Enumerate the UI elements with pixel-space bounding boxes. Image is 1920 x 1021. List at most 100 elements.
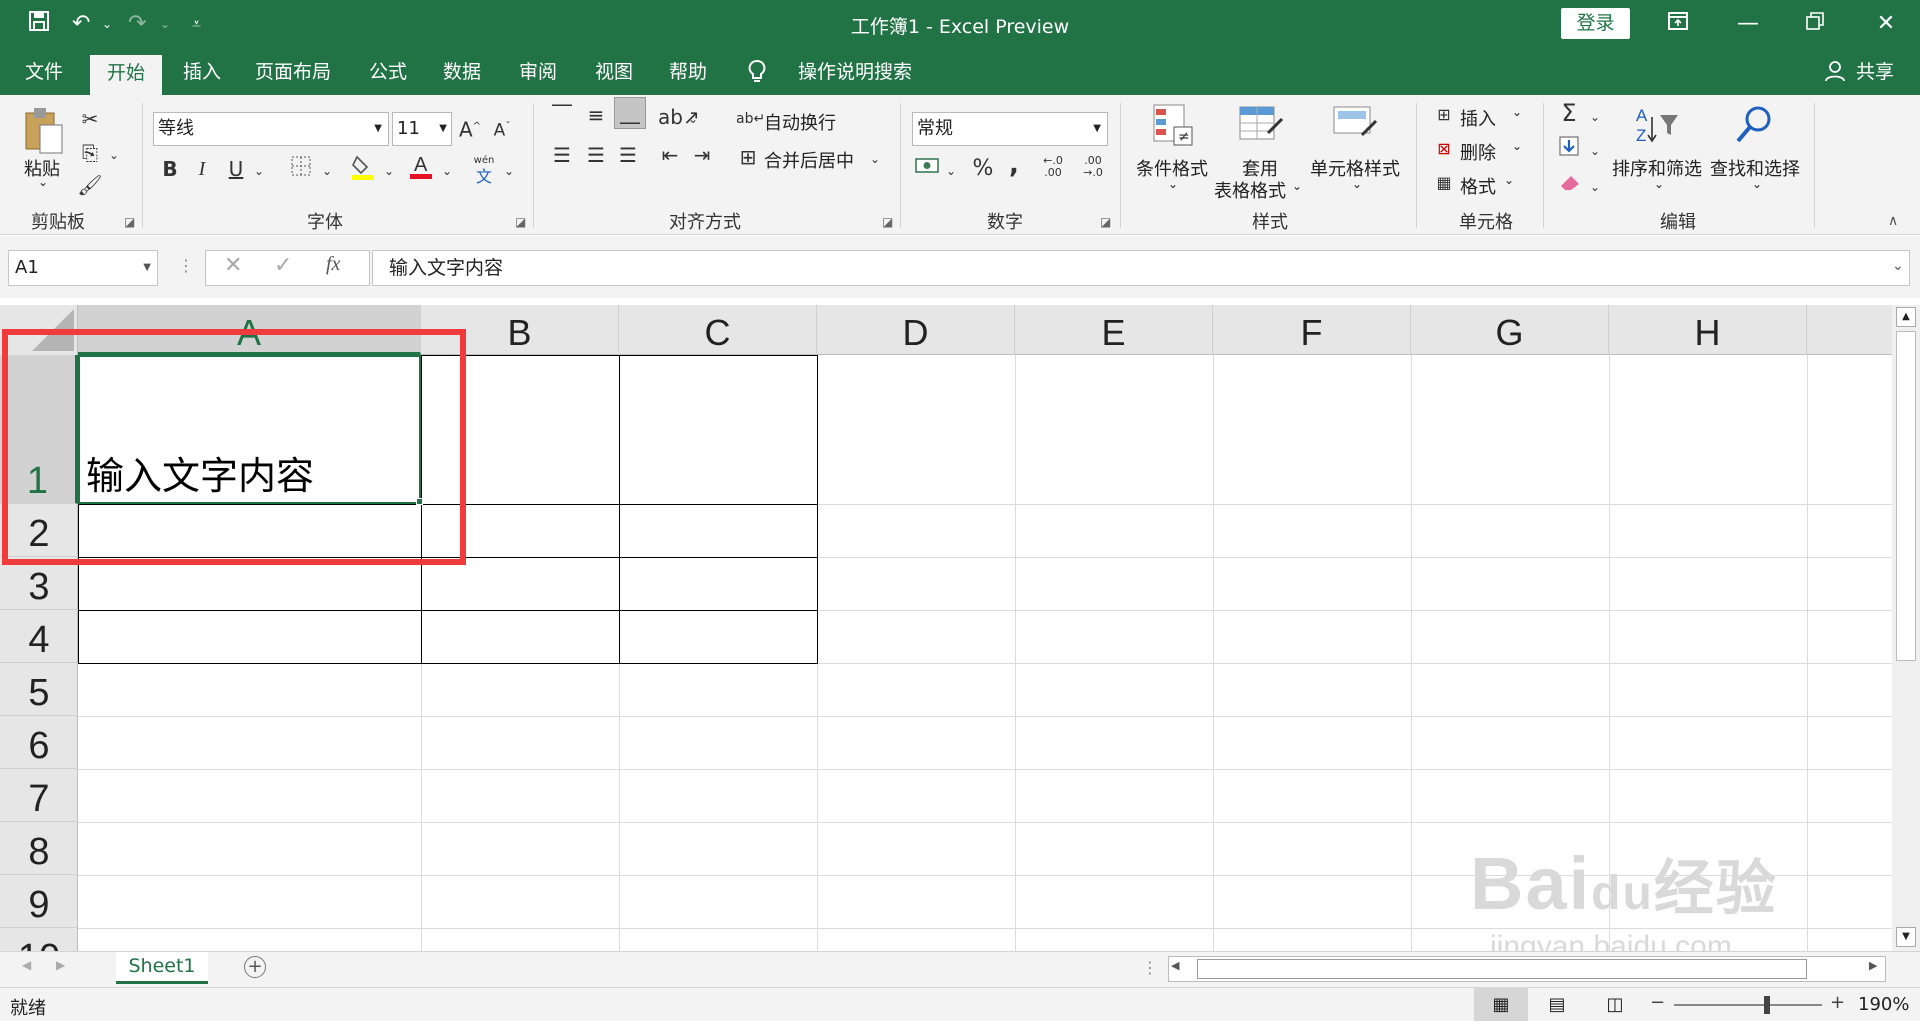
decrease-font-icon[interactable]: Aˇ [490, 113, 514, 145]
next-sheet-icon[interactable]: ▶ [56, 958, 65, 972]
format-painter-icon[interactable]: 🖌 [76, 171, 104, 199]
format-dropdown-icon[interactable]: ⌄ [1504, 173, 1514, 187]
wrap-text-icon[interactable]: ab↵ [736, 105, 765, 133]
cell-styles-icon[interactable] [1332, 103, 1378, 147]
minimize-icon[interactable]: — [1728, 8, 1768, 39]
tab-file[interactable]: 文件 [18, 49, 70, 95]
insert-cells-icon[interactable]: ⊞ [1432, 101, 1456, 129]
format-cells-icon[interactable]: ▦ [1432, 169, 1456, 197]
merge-center-icon[interactable]: ⊞ [736, 143, 760, 171]
bottom-align-icon[interactable]: ⎽ [614, 97, 646, 129]
fill-icon[interactable] [1556, 135, 1582, 164]
orientation-dropdown-icon[interactable]: ⌄ [686, 105, 700, 133]
fill-color-icon[interactable] [350, 153, 376, 188]
delete-dropdown-icon[interactable]: ⌄ [1512, 139, 1522, 153]
scroll-down-icon[interactable]: ▼ [1896, 927, 1916, 947]
font-launcher-icon[interactable]: ◪ [515, 215, 526, 229]
split-handle-icon[interactable]: ⋮ [1142, 958, 1158, 977]
tell-me-search[interactable]: 操作说明搜索 [780, 49, 930, 95]
vertical-scrollbar[interactable]: ▲ ▼ [1892, 305, 1920, 951]
autosum-dropdown-icon[interactable]: ⌄ [1588, 103, 1602, 131]
column-header-g[interactable]: G [1411, 305, 1609, 355]
cell-styles-dropdown-icon[interactable]: ⌄ [1352, 177, 1362, 191]
tab-home[interactable]: 开始 [90, 55, 162, 95]
format-cells-button[interactable]: 格式 [1460, 173, 1496, 199]
scroll-thumb[interactable] [1896, 331, 1916, 661]
scroll-up-icon[interactable]: ▲ [1896, 307, 1916, 327]
column-header-f[interactable]: F [1213, 305, 1411, 355]
font-size-select[interactable]: 11 ▼ [392, 112, 452, 146]
horizontal-scrollbar[interactable]: ◀ ▶ [1168, 956, 1886, 982]
percent-button[interactable]: % [970, 155, 996, 183]
wrap-text-button[interactable]: 自动换行 [764, 109, 836, 135]
currency-icon[interactable] [914, 155, 940, 183]
insert-cells-button[interactable]: 插入 [1460, 105, 1496, 131]
borders-icon[interactable] [288, 155, 314, 184]
currency-dropdown-icon[interactable]: ⌄ [944, 157, 958, 185]
delete-cells-button[interactable]: 删除 [1460, 139, 1496, 165]
column-header-d[interactable]: D [817, 305, 1015, 355]
column-header-e[interactable]: E [1015, 305, 1213, 355]
sort-filter-icon[interactable]: AZ [1636, 103, 1680, 147]
zoom-in-icon[interactable]: + [1830, 992, 1845, 1013]
page-layout-view-icon[interactable]: ▤ [1542, 988, 1572, 1021]
clear-icon[interactable] [1556, 171, 1582, 199]
clipboard-launcher-icon[interactable]: ◪ [124, 215, 135, 229]
number-launcher-icon[interactable]: ◪ [1100, 215, 1111, 229]
align-right-icon[interactable]: ☰ [614, 141, 642, 169]
sort-filter-dropdown-icon[interactable]: ⌄ [1654, 177, 1664, 191]
conditional-dropdown-icon[interactable]: ⌄ [1168, 177, 1178, 191]
bold-button[interactable]: B [158, 155, 182, 183]
number-format-select[interactable]: 常规 ▼ [912, 112, 1108, 146]
row-header-5[interactable]: 5 [0, 663, 78, 716]
increase-decimal-icon[interactable]: ←.0.00 [1038, 155, 1068, 179]
borders-dropdown-icon[interactable]: ⌄ [320, 157, 334, 185]
enter-icon[interactable]: ✓ [274, 253, 292, 278]
comma-button[interactable]: , [1004, 151, 1024, 179]
h-scroll-thumb[interactable] [1197, 959, 1807, 979]
row-header-9[interactable]: 9 [0, 875, 78, 928]
restore-icon[interactable] [1795, 8, 1835, 39]
row-header-7[interactable]: 7 [0, 769, 78, 822]
tab-view[interactable]: 视图 [586, 49, 642, 95]
page-break-view-icon[interactable]: ◫ [1600, 988, 1630, 1021]
login-button[interactable]: 登录 [1561, 8, 1630, 39]
row-header-6[interactable]: 6 [0, 716, 78, 769]
tab-data[interactable]: 数据 [434, 49, 490, 95]
format-as-table-dropdown-icon[interactable]: ⌄ [1292, 179, 1302, 193]
tab-insert[interactable]: 插入 [174, 49, 230, 95]
conditional-format-icon[interactable]: ≠ [1150, 103, 1194, 147]
font-name-select[interactable]: 等线 ▼ [153, 112, 389, 146]
paste-icon[interactable] [22, 105, 66, 155]
format-as-table-icon[interactable] [1238, 103, 1284, 147]
font-color-dropdown-icon[interactable]: ⌄ [440, 157, 454, 185]
prev-sheet-icon[interactable]: ◀ [22, 958, 31, 972]
autosum-icon[interactable]: Σ [1556, 99, 1582, 127]
underline-dropdown-icon[interactable]: ⌄ [252, 157, 266, 185]
row-header-10[interactable]: 10 [0, 928, 78, 951]
copy-dropdown-icon[interactable]: ⌄ [106, 141, 122, 169]
phonetic-guide-icon[interactable]: wén 文 [470, 155, 498, 187]
drag-handle-icon[interactable]: ⋮ [178, 256, 194, 275]
zoom-out-icon[interactable]: − [1650, 992, 1665, 1013]
cancel-icon[interactable]: ✕ [224, 253, 242, 278]
name-box[interactable]: A1 ▼ [8, 250, 158, 286]
align-left-icon[interactable]: ☰ [548, 141, 576, 169]
normal-view-icon[interactable]: ▦ [1474, 988, 1528, 1021]
paste-dropdown-icon[interactable]: ⌄ [38, 175, 48, 189]
collapse-ribbon-icon[interactable]: ∧ [1888, 213, 1898, 229]
clear-dropdown-icon[interactable]: ⌄ [1588, 173, 1602, 201]
align-center-icon[interactable]: ☰ [582, 141, 610, 169]
scroll-left-icon[interactable]: ◀ [1171, 959, 1179, 972]
column-header-h[interactable]: H [1609, 305, 1807, 355]
ribbon-display-options-icon[interactable] [1658, 8, 1698, 39]
merge-dropdown-icon[interactable]: ⌄ [868, 145, 882, 173]
tab-help[interactable]: 帮助 [660, 49, 716, 95]
formula-input[interactable]: 输入文字内容 [372, 250, 1910, 286]
zoom-slider-thumb[interactable] [1764, 996, 1770, 1014]
row-header-4[interactable]: 4 [0, 610, 78, 663]
format-as-table-button[interactable]: 表格格式 [1214, 177, 1286, 203]
fill-color-dropdown-icon[interactable]: ⌄ [382, 157, 396, 185]
expand-formula-icon[interactable]: ⌄ [1892, 258, 1904, 274]
add-sheet-icon[interactable]: + [244, 956, 266, 978]
